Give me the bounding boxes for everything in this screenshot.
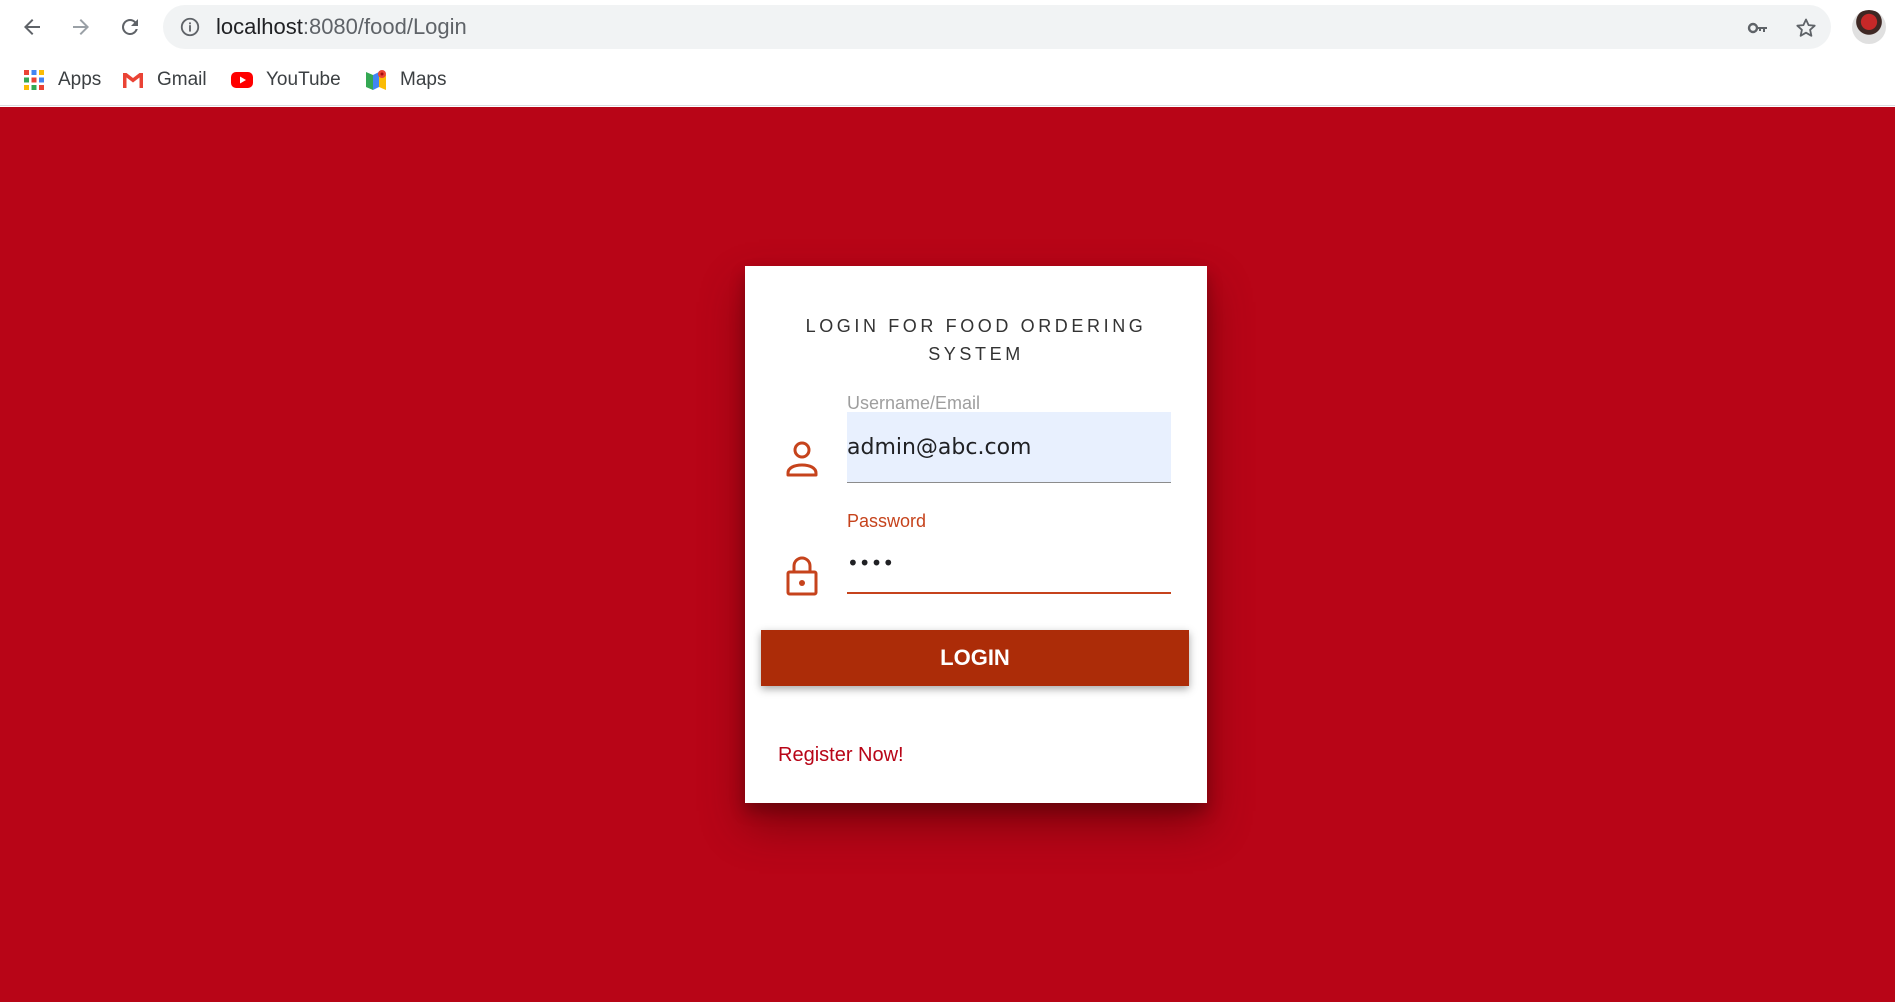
login-card: LOGIN FOR FOOD ORDERING SYSTEM Username/… — [745, 266, 1207, 803]
password-input[interactable] — [847, 534, 1171, 594]
login-title: LOGIN FOR FOOD ORDERING SYSTEM — [805, 316, 1147, 364]
reload-button[interactable] — [112, 9, 148, 45]
login-button[interactable]: LOGIN — [761, 630, 1189, 686]
bookmark-youtube[interactable]: YouTube — [230, 64, 341, 96]
bookmark-maps[interactable]: Maps — [364, 64, 446, 96]
youtube-icon — [231, 72, 253, 88]
star-icon[interactable] — [1794, 16, 1818, 40]
maps-icon — [366, 70, 386, 90]
password-field: Password — [847, 511, 1171, 601]
bookmark-label: Maps — [400, 69, 447, 90]
browser-toolbar: localhost:8080/food/Login — [0, 0, 1895, 54]
bookmarks-bar: Apps Gmail YouTube Maps — [0, 54, 1895, 106]
username-field: Username/Email — [847, 393, 1171, 483]
back-arrow-icon — [24, 19, 40, 35]
lock-icon — [786, 556, 818, 596]
bookmark-gmail[interactable]: Gmail — [121, 64, 207, 96]
info-icon[interactable] — [179, 16, 201, 38]
profile-avatar[interactable] — [1852, 10, 1886, 44]
gmail-icon — [123, 73, 143, 88]
reload-icon — [122, 18, 138, 35]
forward-arrow-icon — [73, 19, 89, 35]
url-path: :8080/food/Login — [302, 14, 467, 39]
bookmark-label: Apps — [58, 69, 102, 90]
url-host: localhost — [216, 14, 303, 39]
user-icon — [786, 441, 818, 477]
key-icon[interactable] — [1746, 16, 1770, 40]
password-label: Password — [847, 511, 927, 531]
bookmark-apps[interactable]: Apps — [22, 64, 101, 96]
forward-button[interactable] — [63, 9, 99, 45]
bookmark-label: Gmail — [157, 69, 207, 90]
username-input[interactable] — [847, 412, 1171, 483]
register-link[interactable]: Register Now! — [778, 744, 904, 767]
page-background: LOGIN FOR FOOD ORDERING SYSTEM Username/… — [0, 107, 1895, 1002]
bookmark-label: YouTube — [266, 69, 341, 90]
address-bar[interactable]: localhost:8080/food/Login — [163, 5, 1831, 49]
username-label: Username/Email — [847, 393, 981, 413]
back-button[interactable] — [14, 9, 50, 45]
apps-grid-icon — [24, 70, 44, 90]
url-text[interactable]: localhost:8080/food/Login — [216, 5, 467, 49]
